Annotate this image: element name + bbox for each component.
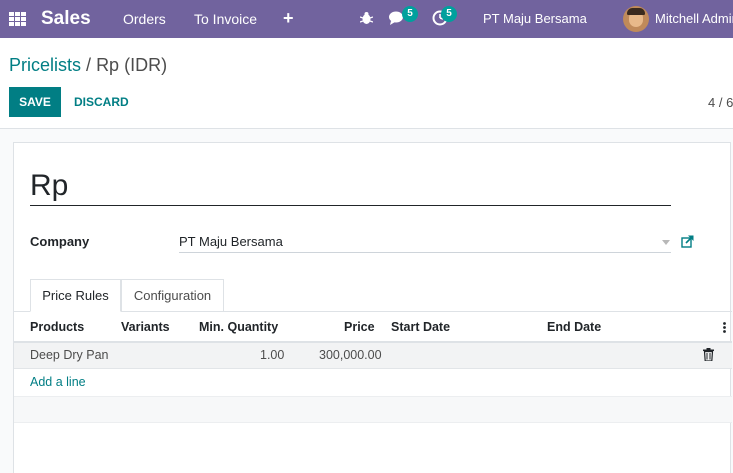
column-header-start-date[interactable]: Start Date xyxy=(391,320,450,334)
empty-table-row xyxy=(14,396,732,423)
plus-icon[interactable]: + xyxy=(283,8,294,29)
discard-button[interactable]: DISCARD xyxy=(74,95,129,109)
pager-value[interactable]: 4 / 6 xyxy=(708,95,733,110)
column-header-min-quantity[interactable]: Min. Quantity xyxy=(199,320,278,334)
chat-count-badge: 5 xyxy=(402,6,418,22)
menu-to-invoice[interactable]: To Invoice xyxy=(194,11,257,27)
activity-count-badge: 5 xyxy=(441,6,457,22)
top-navbar: Sales Orders To Invoice + 5 5 PT Maju Be… xyxy=(0,0,733,38)
company-switcher[interactable]: PT Maju Bersama xyxy=(483,11,587,26)
breadcrumb: Pricelists / Rp (IDR) xyxy=(9,55,167,76)
cell-price[interactable]: 300,000.00 xyxy=(319,348,382,362)
user-menu[interactable]: Mitchell Admin xyxy=(655,11,733,26)
form-sheet: Rp Company PT Maju Bersama Price Rules C… xyxy=(13,142,732,473)
user-avatar[interactable] xyxy=(623,6,649,32)
external-link-icon[interactable] xyxy=(681,235,694,248)
breadcrumb-separator: / xyxy=(86,55,92,75)
column-header-variants[interactable]: Variants xyxy=(121,320,170,334)
cell-min-quantity[interactable]: 1.00 xyxy=(260,348,284,362)
bug-icon[interactable] xyxy=(360,11,373,25)
company-field[interactable]: PT Maju Bersama xyxy=(179,234,671,253)
pricelist-name-input[interactable]: Rp xyxy=(30,169,671,206)
company-label: Company xyxy=(30,234,90,249)
menu-orders[interactable]: Orders xyxy=(123,11,166,27)
tab-configuration[interactable]: Configuration xyxy=(121,279,224,312)
chevron-down-icon[interactable] xyxy=(662,240,670,245)
column-header-price[interactable]: Price xyxy=(344,320,375,334)
app-name[interactable]: Sales xyxy=(41,8,91,30)
control-panel: Pricelists / Rp (IDR) SAVE DISCARD 4 / 6 xyxy=(0,38,733,129)
breadcrumb-current: Rp (IDR) xyxy=(96,55,168,75)
column-header-end-date[interactable]: End Date xyxy=(547,320,601,334)
column-header-products[interactable]: Products xyxy=(30,320,84,334)
kebab-menu-icon[interactable] xyxy=(723,322,726,333)
cell-product[interactable]: Deep Dry Pan xyxy=(30,348,109,362)
apps-grid-icon[interactable] xyxy=(9,12,26,27)
add-line-link[interactable]: Add a line xyxy=(30,375,86,389)
trash-icon[interactable] xyxy=(703,348,714,361)
save-button[interactable]: SAVE xyxy=(9,87,61,117)
tab-price-rules[interactable]: Price Rules xyxy=(30,279,121,312)
breadcrumb-pricelists[interactable]: Pricelists xyxy=(9,55,81,75)
